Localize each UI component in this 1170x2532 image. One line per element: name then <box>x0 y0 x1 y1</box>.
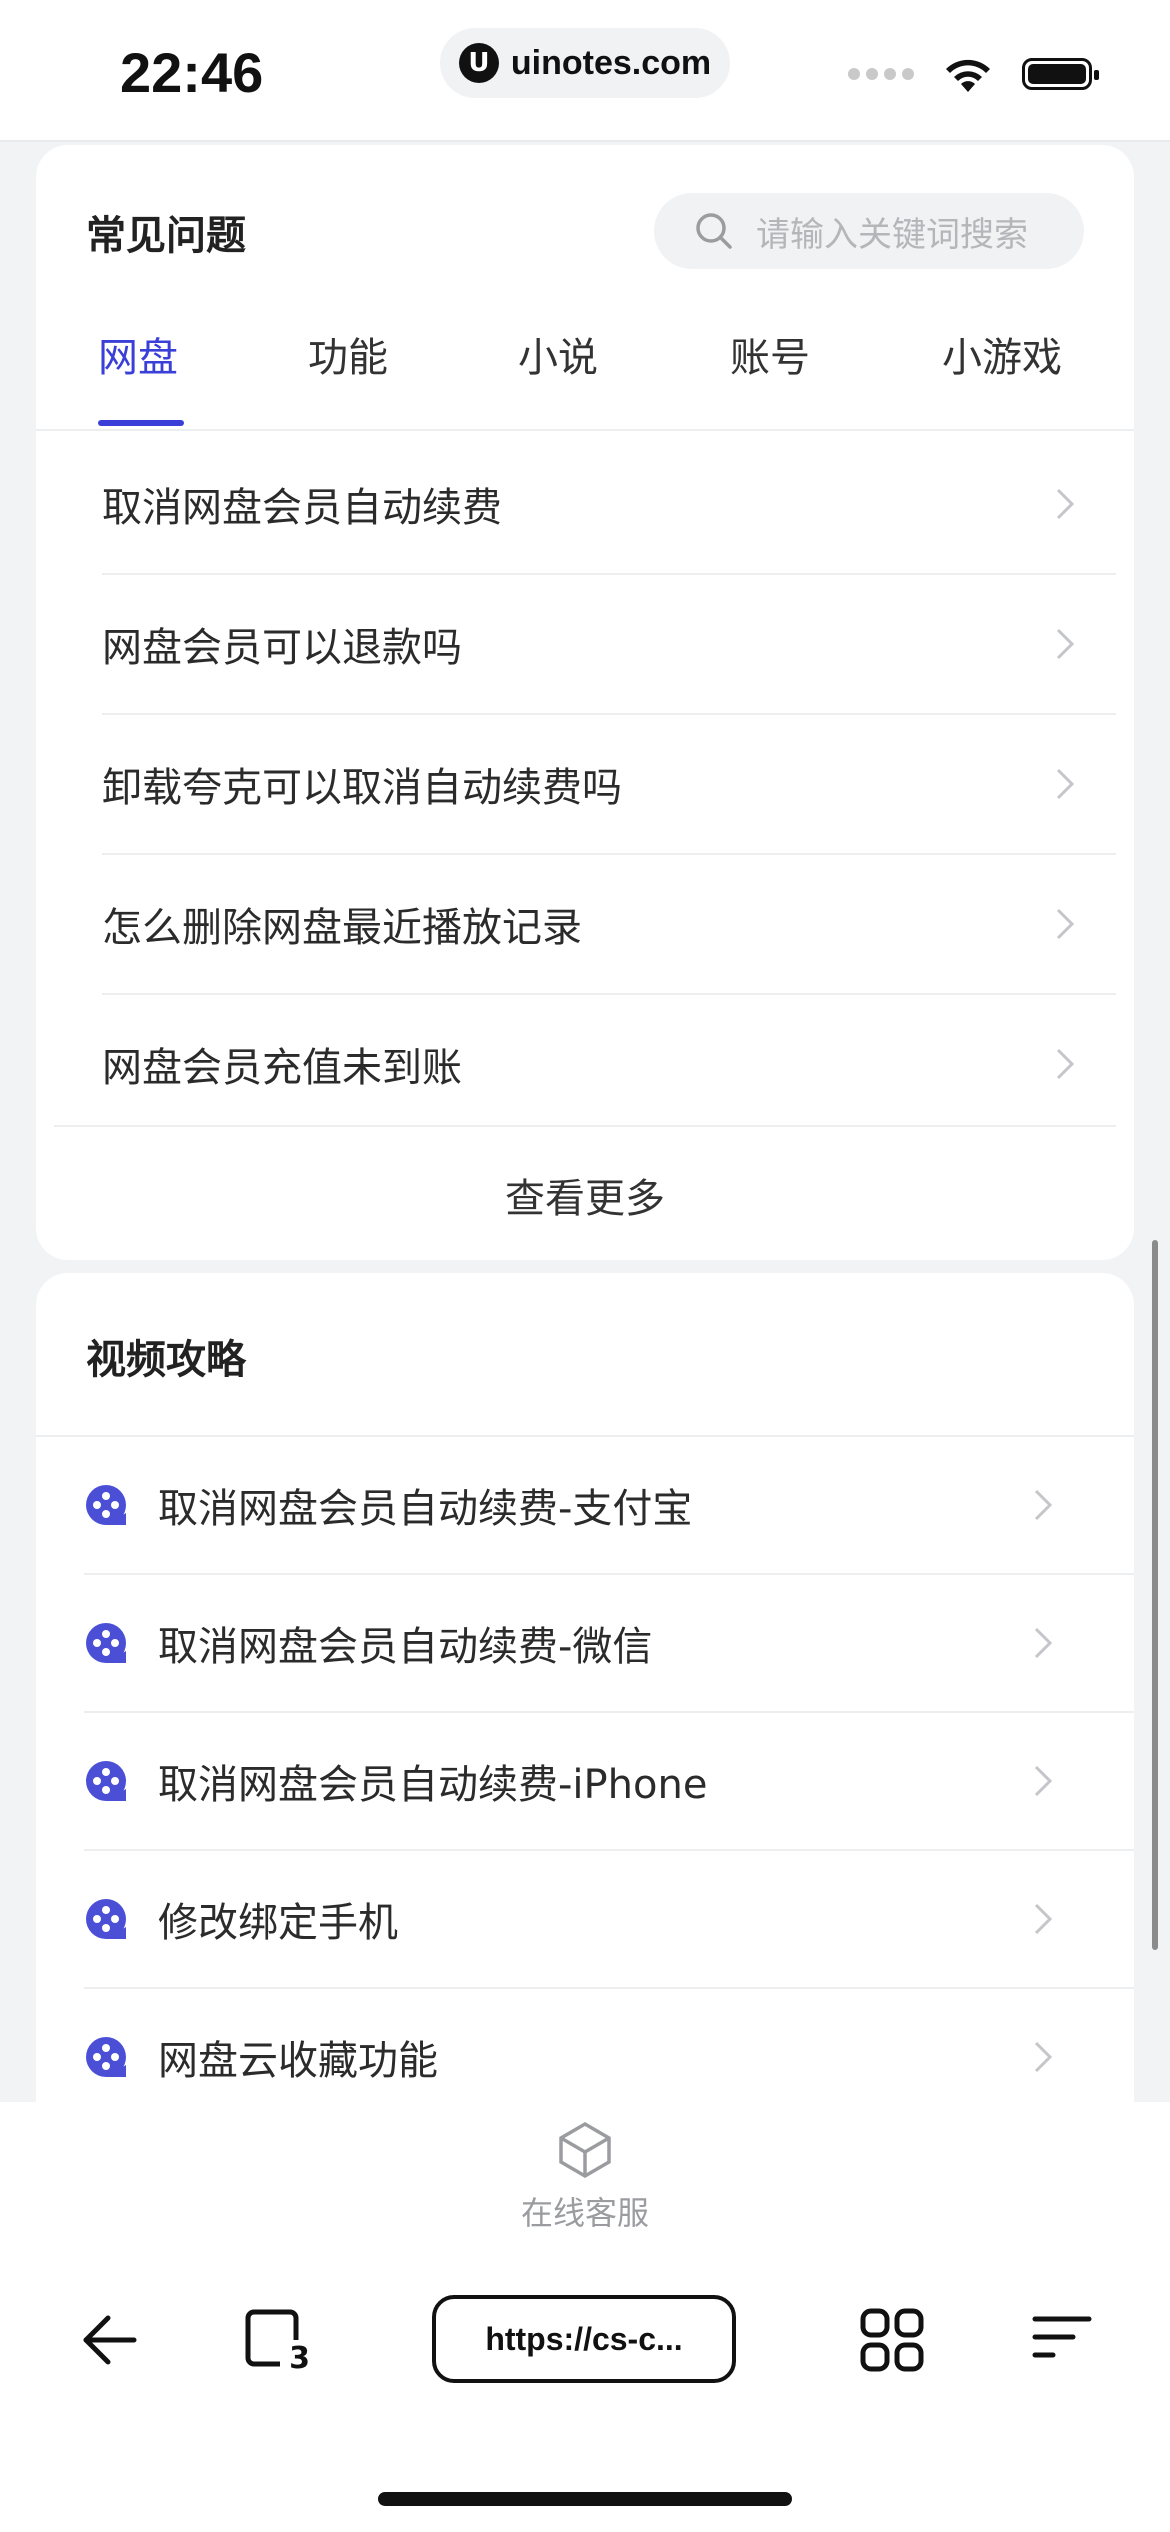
video-item-label: 取消网盘会员自动续费-微信 <box>158 1624 653 1670</box>
chevron-right-icon <box>1056 488 1075 520</box>
url-bar[interactable]: https://cs-c... <box>432 2295 736 2383</box>
wifi-icon <box>946 59 990 92</box>
video-item[interactable]: 取消网盘会员自动续费-iPhone <box>84 1713 1134 1851</box>
site-domain: uinotes.com <box>510 43 712 82</box>
film-reel-icon <box>86 2037 126 2077</box>
back-button[interactable] <box>68 2300 148 2380</box>
status-time: 22:46 <box>120 41 264 104</box>
chevron-right-icon <box>1034 1489 1053 1521</box>
browser-toolbar: 3 https://cs-c... <box>0 2252 1170 2532</box>
film-reel-icon <box>86 1899 126 1939</box>
menu-button[interactable] <box>1022 2300 1102 2380</box>
menu-icon <box>1032 2316 1092 2358</box>
video-item[interactable]: 取消网盘会员自动续费-微信 <box>84 1575 1134 1713</box>
site-pill[interactable]: U uinotes.com <box>440 28 730 98</box>
tab-xiaoshuo[interactable]: 小说 <box>518 325 598 383</box>
tab-count: 3 <box>289 2341 310 2376</box>
back-icon <box>83 2315 137 2365</box>
online-service-label: 在线客服 <box>520 2194 649 2232</box>
active-tab-indicator <box>98 420 184 426</box>
tabs-button[interactable]: 3 <box>236 2300 316 2380</box>
customer-service-icon <box>559 2121 611 2179</box>
status-bar: 22:46 U uinotes.com <box>0 0 1170 142</box>
home-indicator <box>378 2492 792 2506</box>
online-service-button[interactable]: 在线客服 <box>0 2102 1170 2252</box>
faq-card: 常见问题 请输入关键词搜索 网盘 功能 小说 账号 小游戏 取消网盘会员自动续费… <box>36 145 1134 1260</box>
chevron-right-icon <box>1034 1765 1053 1797</box>
chevron-right-icon <box>1034 1627 1053 1659</box>
tab-wangpan[interactable]: 网盘 <box>98 325 178 383</box>
faq-item[interactable]: 卸载夸克可以取消自动续费吗 <box>102 715 1116 855</box>
film-reel-icon <box>86 1761 126 1801</box>
battery-icon <box>1022 58 1099 90</box>
video-item[interactable]: 修改绑定手机 <box>84 1851 1134 1989</box>
apps-button[interactable] <box>852 2300 932 2380</box>
chevron-right-icon <box>1056 908 1075 940</box>
tab-zhanghao[interactable]: 账号 <box>730 325 810 383</box>
faq-item-label: 网盘会员可以退款吗 <box>102 625 462 671</box>
video-item-label: 网盘云收藏功能 <box>158 2038 438 2084</box>
video-item[interactable]: 取消网盘会员自动续费-支付宝 <box>84 1437 1134 1575</box>
film-reel-icon <box>86 1623 126 1663</box>
faq-item-label: 取消网盘会员自动续费 <box>102 485 502 531</box>
chevron-right-icon <box>1056 768 1075 800</box>
faq-tabs: 网盘 功能 小说 账号 小游戏 <box>36 325 1134 426</box>
chevron-right-icon <box>1034 2041 1053 2073</box>
tabs-divider <box>36 429 1134 431</box>
search-placeholder: 请输入关键词搜索 <box>756 214 1028 255</box>
video-item-label: 取消网盘会员自动续费-iPhone <box>158 1762 708 1808</box>
faq-item-label: 卸载夸克可以取消自动续费吗 <box>102 765 622 811</box>
status-indicators <box>848 54 1099 94</box>
faq-item[interactable]: 怎么删除网盘最近播放记录 <box>102 855 1116 995</box>
faq-title: 常见问题 <box>86 213 246 259</box>
faq-item-label: 网盘会员充值未到账 <box>102 1045 462 1091</box>
faq-item[interactable]: 取消网盘会员自动续费 <box>102 435 1116 575</box>
chevron-right-icon <box>1034 1903 1053 1935</box>
video-title: 视频攻略 <box>86 1337 246 1383</box>
video-item-label: 取消网盘会员自动续费-支付宝 <box>158 1486 693 1532</box>
search-icon <box>696 213 732 249</box>
view-more-button[interactable]: 查看更多 <box>54 1125 1116 1260</box>
cellular-signal-icon <box>848 68 914 80</box>
site-logo-icon: U <box>458 43 499 83</box>
view-more-label: 查看更多 <box>505 1175 665 1222</box>
faq-item[interactable]: 网盘会员充值未到账 <box>102 995 1116 1133</box>
chevron-right-icon <box>1056 628 1075 660</box>
apps-grid-icon <box>860 2308 924 2372</box>
chevron-right-icon <box>1056 1048 1075 1080</box>
video-item-label: 修改绑定手机 <box>158 1900 398 1946</box>
faq-item[interactable]: 网盘会员可以退款吗 <box>102 575 1116 715</box>
film-reel-icon <box>86 1485 126 1525</box>
faq-search-input[interactable]: 请输入关键词搜索 <box>654 193 1084 269</box>
tab-xiaoyouxi[interactable]: 小游戏 <box>942 325 1062 383</box>
faq-item-label: 怎么删除网盘最近播放记录 <box>102 905 582 951</box>
video-list: 取消网盘会员自动续费-支付宝 取消网盘会员自动续费-微信 取消网盘会员自动续费-… <box>36 1437 1134 2127</box>
faq-list: 取消网盘会员自动续费 网盘会员可以退款吗 卸载夸克可以取消自动续费吗 怎么删除网… <box>36 435 1134 1133</box>
tab-gongneng[interactable]: 功能 <box>308 325 388 383</box>
url-text: https://cs-c... <box>485 2320 683 2357</box>
scrollbar[interactable] <box>1152 1240 1158 1950</box>
